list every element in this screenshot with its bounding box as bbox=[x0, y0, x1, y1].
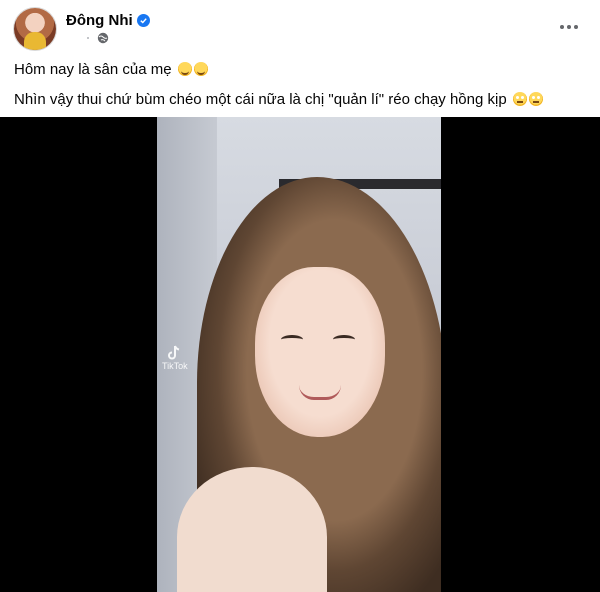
video-frame[interactable]: TikTok bbox=[157, 117, 441, 592]
tiktok-watermark: TikTok bbox=[162, 345, 188, 372]
author-name[interactable]: Đông Nhi bbox=[66, 12, 133, 29]
right-eye bbox=[333, 335, 355, 344]
video-player[interactable]: TikTok bbox=[0, 117, 600, 592]
caption-line: Hôm nay là sân của mẹ bbox=[14, 58, 586, 82]
face-shape bbox=[255, 267, 385, 437]
caption-text: Nhìn vậy thui chứ bùm chéo một cái nữa l… bbox=[14, 91, 507, 108]
post-timestamp-icon[interactable] bbox=[66, 34, 94, 42]
post-meta bbox=[66, 32, 109, 44]
tiktok-logo-icon bbox=[168, 345, 180, 360]
tiktok-watermark-text: TikTok bbox=[162, 361, 188, 371]
post-caption: Hôm nay là sân của mẹ Nhìn vậy thui chứ … bbox=[14, 58, 586, 118]
more-dot-icon bbox=[574, 25, 578, 29]
smile bbox=[299, 385, 341, 400]
more-options-button[interactable] bbox=[552, 12, 586, 42]
more-dot-icon bbox=[560, 25, 564, 29]
facebook-post: Đông Nhi Hôm nay là sân của mẹ Nhìn vậy … bbox=[0, 0, 600, 592]
verified-badge-icon bbox=[136, 14, 150, 27]
eye-roll-emoji-icon bbox=[528, 92, 543, 106]
globe-icon[interactable] bbox=[97, 32, 109, 44]
blushing-face-emoji-icon bbox=[193, 62, 208, 76]
left-eye bbox=[281, 335, 303, 344]
author-avatar[interactable] bbox=[14, 8, 56, 50]
caption-line: Nhìn vậy thui chứ bùm chéo một cái nữa l… bbox=[14, 88, 586, 112]
eye-roll-emoji-icon bbox=[512, 92, 527, 106]
more-dot-icon bbox=[567, 25, 571, 29]
caption-text: Hôm nay là sân của mẹ bbox=[14, 61, 172, 78]
post-header: Đông Nhi bbox=[14, 8, 586, 52]
author-name-row: Đông Nhi bbox=[66, 12, 150, 29]
blushing-face-emoji-icon bbox=[177, 62, 192, 76]
